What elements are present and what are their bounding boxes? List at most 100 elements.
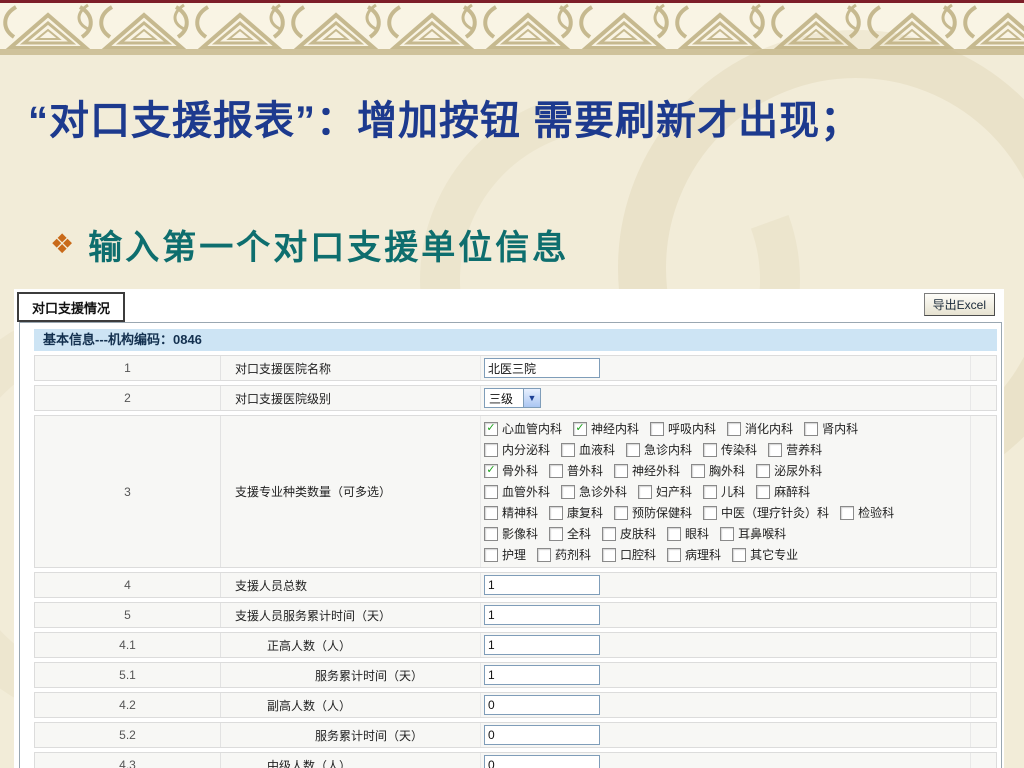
checkbox-icon[interactable] [484, 526, 498, 541]
row-control [481, 356, 971, 380]
checkbox-icon[interactable] [768, 442, 783, 457]
checkbox-item[interactable]: 精神科 [484, 504, 538, 521]
checkbox-label: 心血管内科 [502, 422, 563, 436]
checkbox-icon[interactable] [549, 526, 564, 541]
checkbox-item[interactable]: 康复科 [549, 504, 603, 521]
checkbox-item[interactable]: 检验科 [840, 504, 894, 521]
checkbox-icon[interactable] [756, 463, 771, 478]
checkbox-item[interactable]: 内分泌科 [484, 441, 550, 458]
checkbox-icon[interactable]: ✓ [573, 421, 588, 436]
checkbox-icon[interactable] [561, 442, 576, 457]
checkbox-item[interactable]: 药剂科 [537, 546, 591, 563]
text-input[interactable] [484, 635, 600, 655]
checkbox-item[interactable]: 耳鼻喉科 [720, 525, 786, 542]
checkbox-icon[interactable]: ✓ [484, 421, 498, 436]
checkbox-icon[interactable] [484, 484, 498, 499]
checkbox-item[interactable]: 妇产科 [638, 483, 692, 500]
checkbox-item[interactable]: 消化内科 [727, 420, 793, 437]
checkbox-icon[interactable] [561, 484, 576, 499]
checkbox-icon[interactable] [703, 505, 718, 520]
text-input[interactable] [484, 575, 600, 595]
checkbox-line: 精神科 康复科 预防保健科 中医（理疗针灸）科 检验科 [484, 502, 905, 523]
checkbox-icon[interactable] [703, 442, 718, 457]
checkbox-item[interactable]: 其它专业 [732, 546, 798, 563]
checkbox-item[interactable]: 中医（理疗针灸）科 [703, 504, 829, 521]
text-input[interactable] [484, 725, 600, 745]
checkbox-icon[interactable] [614, 505, 629, 520]
checkbox-icon[interactable] [727, 421, 742, 436]
checkbox-icon[interactable] [756, 484, 771, 499]
checkbox-item[interactable]: 呼吸内科 [650, 420, 716, 437]
checkbox-item[interactable]: 全科 [549, 525, 591, 542]
checkbox-icon[interactable] [667, 547, 682, 562]
row-end-spacer [971, 416, 996, 567]
checkbox-line: 护理 药剂科 口腔科 病理科 其它专业 [484, 544, 809, 565]
checkbox-item[interactable]: 神经外科 [614, 462, 680, 479]
checkbox-item[interactable]: 传染科 [703, 441, 757, 458]
checkbox-icon[interactable] [691, 463, 706, 478]
checkbox-icon[interactable] [840, 505, 855, 520]
checkbox-icon[interactable] [804, 421, 819, 436]
row-label: 正高人数（人） [221, 633, 481, 657]
checkbox-item[interactable]: 儿科 [703, 483, 745, 500]
checkbox-line: ✓ 心血管内科 ✓ 神经内科 呼吸内科 消化内科 肾内科 [484, 418, 869, 439]
chevron-down-icon[interactable]: ▼ [523, 389, 540, 407]
checkbox-icon[interactable] [602, 547, 617, 562]
checkbox-item[interactable]: 胸外科 [691, 462, 745, 479]
checkbox-item[interactable]: 影像科 [484, 525, 538, 542]
text-input[interactable] [484, 358, 600, 378]
export-excel-button[interactable]: 导出Excel [923, 293, 995, 316]
checkbox-item[interactable]: 血管外科 [484, 483, 550, 500]
checkbox-icon[interactable] [626, 442, 641, 457]
checkbox-item[interactable]: 眼科 [667, 525, 709, 542]
checkbox-icon[interactable] [667, 526, 682, 541]
checkbox-item[interactable]: ✓ 心血管内科 [484, 420, 562, 437]
checkbox-icon[interactable] [484, 505, 498, 520]
table-rows: 1对口支援医院名称2对口支援医院级别三级▼3支援专业种类数量（可多选）✓心血管内… [20, 355, 1001, 768]
checkbox-icon[interactable] [732, 547, 747, 562]
checkbox-item[interactable]: 皮肤科 [602, 525, 656, 542]
checkbox-item[interactable]: 口腔科 [602, 546, 656, 563]
table-row: 4.1 正高人数（人） [34, 632, 997, 658]
text-input[interactable] [484, 695, 600, 715]
tab-duikou-zhiyuan-qingkuang[interactable]: 对口支援情况 [17, 292, 126, 322]
row-number: 1 [35, 356, 221, 380]
page-title: “对口支援报表”：增加按钮 需要刷新才出现； [28, 99, 862, 143]
checkbox-label: 消化内科 [745, 422, 794, 436]
checkbox-item[interactable]: 急诊内科 [626, 441, 692, 458]
checkbox-item[interactable]: 急诊外科 [561, 483, 627, 500]
checkbox-icon[interactable] [720, 526, 735, 541]
checkbox-label: 护理 [502, 548, 527, 562]
checkbox-item[interactable]: 泌尿外科 [756, 462, 822, 479]
text-input[interactable] [484, 665, 600, 685]
row-number: 4.1 [35, 633, 221, 657]
text-input[interactable] [484, 605, 600, 625]
checkbox-icon[interactable] [650, 421, 665, 436]
checkbox-icon[interactable] [537, 547, 552, 562]
row-label: 支援人员总数 [221, 573, 481, 597]
checkbox-item[interactable]: ✓ 神经内科 [573, 420, 639, 437]
checkbox-item[interactable]: 营养科 [768, 441, 822, 458]
checkbox-item[interactable]: ✓ 骨外科 [484, 462, 538, 479]
checkbox-icon[interactable] [614, 463, 629, 478]
checkbox-item[interactable]: 麻醉科 [756, 483, 810, 500]
checkbox-item[interactable]: 病理科 [667, 546, 721, 563]
checkbox-icon[interactable] [484, 442, 498, 457]
table-row: 4.3 中级人数（人） [34, 752, 997, 768]
checkbox-item[interactable]: 血液科 [561, 441, 615, 458]
checkbox-icon[interactable] [602, 526, 617, 541]
checkbox-item[interactable]: 肾内科 [804, 420, 858, 437]
checkbox-item[interactable]: 护理 [484, 546, 526, 563]
checkbox-item[interactable]: 普外科 [549, 462, 603, 479]
checkbox-icon[interactable] [703, 484, 718, 499]
checkbox-icon[interactable]: ✓ [484, 463, 498, 478]
checkbox-icon[interactable] [549, 505, 564, 520]
checkbox-item[interactable]: 预防保健科 [614, 504, 692, 521]
checkbox-icon[interactable] [484, 547, 498, 562]
level-select[interactable]: 三级 ▼ [484, 388, 541, 408]
text-input[interactable] [484, 755, 600, 768]
checkbox-icon[interactable] [638, 484, 653, 499]
checkbox-icon[interactable] [549, 463, 564, 478]
table-row: 2 对口支援医院级别 三级 ▼ [34, 385, 997, 411]
checkbox-label: 药剂科 [555, 548, 592, 562]
